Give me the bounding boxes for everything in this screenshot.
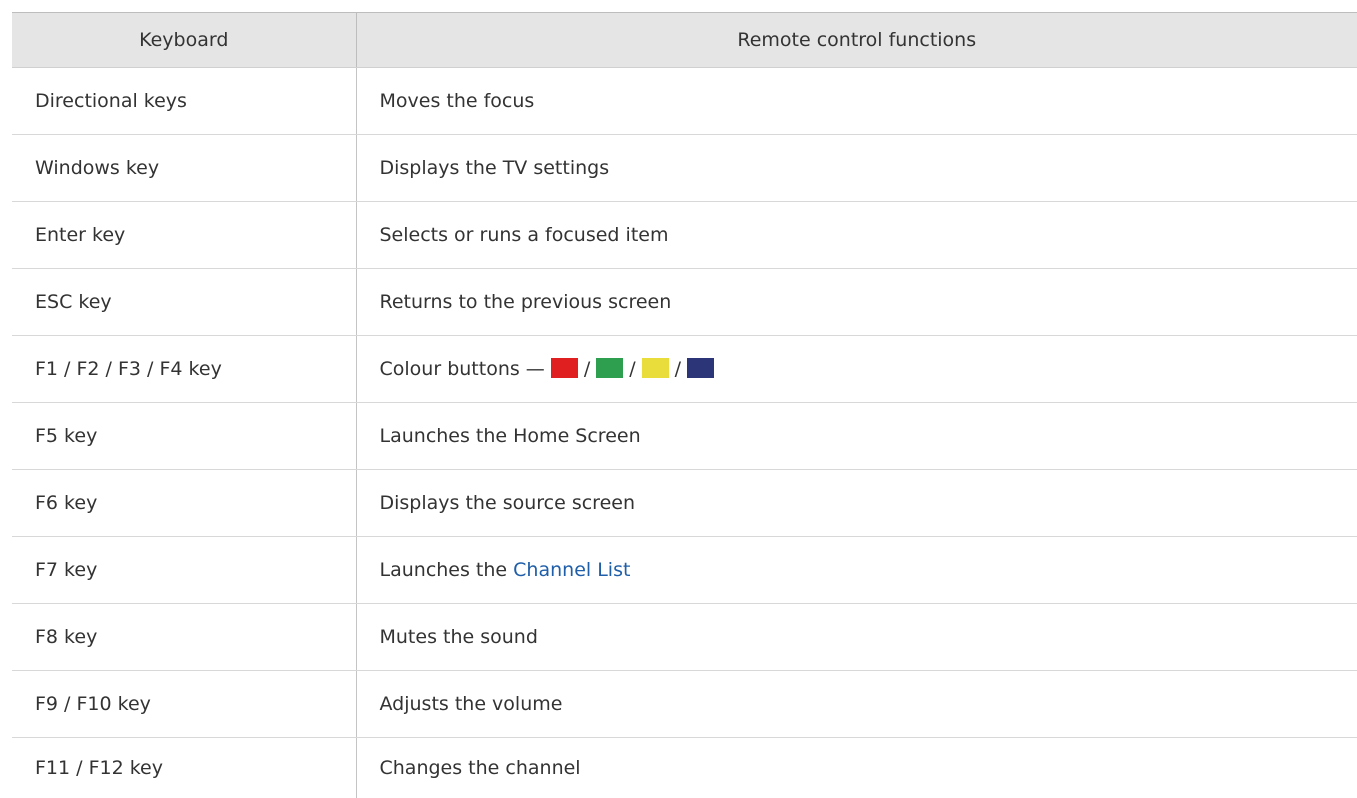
remote-function-cell: Launches the Home Screen — [356, 403, 1357, 470]
remote-function-cell: Mutes the sound — [356, 604, 1357, 671]
table-row: Directional keys Moves the focus — [12, 68, 1357, 135]
keyboard-key-cell: Enter key — [12, 202, 356, 269]
table-row: F6 key Displays the source screen — [12, 470, 1357, 537]
keyboard-key-cell: F11 / F12 key — [12, 738, 356, 798]
launch-label: Launches the — [380, 559, 514, 581]
remote-function-cell: Launches the Channel List — [356, 537, 1357, 604]
remote-function-cell: Colour buttons — / / / — [356, 336, 1357, 403]
remote-function-cell: Moves the focus — [356, 68, 1357, 135]
table-row: F9 / F10 key Adjusts the volume — [12, 671, 1357, 738]
keyboard-key-cell: Directional keys — [12, 68, 356, 135]
keyboard-key-cell: Windows key — [12, 135, 356, 202]
table-header-row: Keyboard Remote control functions — [12, 13, 1357, 68]
column-header-keyboard: Keyboard — [12, 13, 356, 68]
table-row: F1 / F2 / F3 / F4 key Colour buttons — /… — [12, 336, 1357, 403]
remote-function-cell: Returns to the previous screen — [356, 269, 1357, 336]
keyboard-key-cell: ESC key — [12, 269, 356, 336]
keyboard-key-cell: F8 key — [12, 604, 356, 671]
swatch-separator: / — [669, 358, 687, 380]
table-row: F7 key Launches the Channel List — [12, 537, 1357, 604]
colour-buttons-label: Colour buttons — — [380, 358, 545, 380]
table-row: F8 key Mutes the sound — [12, 604, 1357, 671]
keyboard-key-cell: F5 key — [12, 403, 356, 470]
channel-list-link[interactable]: Channel List — [513, 559, 630, 581]
red-button-swatch — [551, 358, 578, 378]
swatch-separator: / — [578, 358, 596, 380]
green-button-swatch — [596, 358, 623, 378]
remote-function-cell: Selects or runs a focused item — [356, 202, 1357, 269]
column-header-remote-functions: Remote control functions — [356, 13, 1357, 68]
keyboard-key-cell: F6 key — [12, 470, 356, 537]
table-row: ESC key Returns to the previous screen — [12, 269, 1357, 336]
swatch-separator: / — [623, 358, 641, 380]
table-row: Windows key Displays the TV settings — [12, 135, 1357, 202]
blue-button-swatch — [687, 358, 714, 378]
table-row: F5 key Launches the Home Screen — [12, 403, 1357, 470]
keyboard-key-cell: F7 key — [12, 537, 356, 604]
keyboard-key-cell: F9 / F10 key — [12, 671, 356, 738]
keyboard-mapping-table: Keyboard Remote control functions Direct… — [12, 12, 1357, 798]
remote-function-cell: Displays the TV settings — [356, 135, 1357, 202]
keyboard-key-cell: F1 / F2 / F3 / F4 key — [12, 336, 356, 403]
yellow-button-swatch — [642, 358, 669, 378]
table-row: Enter key Selects or runs a focused item — [12, 202, 1357, 269]
remote-function-cell: Adjusts the volume — [356, 671, 1357, 738]
table-row: F11 / F12 key Changes the channel — [12, 738, 1357, 798]
remote-function-cell: Changes the channel — [356, 738, 1357, 798]
remote-function-cell: Displays the source screen — [356, 470, 1357, 537]
